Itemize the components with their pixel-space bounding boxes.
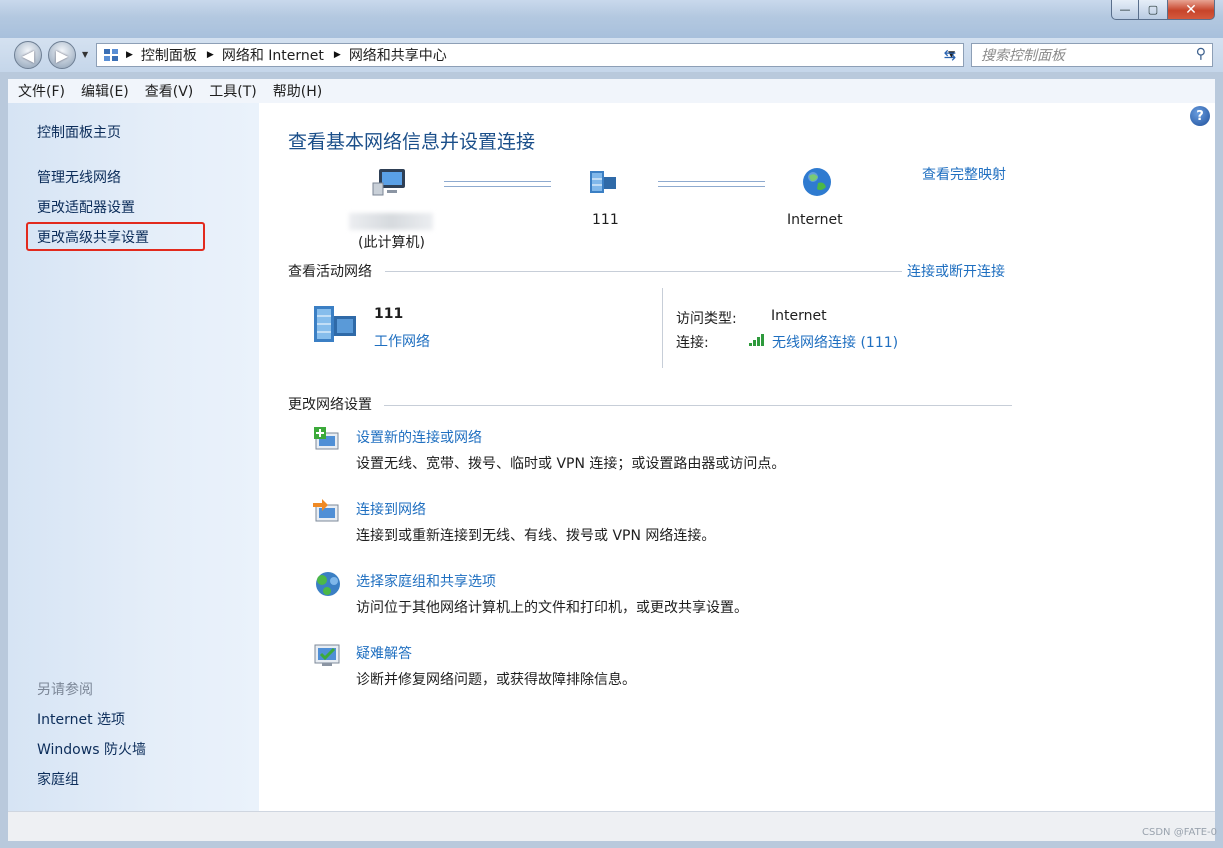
refresh-button[interactable]: ⇆	[936, 43, 964, 67]
maximize-button[interactable]: ▢	[1139, 0, 1167, 20]
control-panel-icon	[104, 49, 118, 61]
task-connect-network-desc: 连接到或重新连接到无线、有线、拨号或 VPN 网络连接。	[356, 528, 716, 544]
breadcrumb-separator-icon: ▶	[126, 50, 133, 60]
breadcrumb-separator-icon: ▶	[333, 50, 341, 60]
connect-disconnect-link[interactable]: 连接或断开连接	[907, 261, 1005, 281]
this-computer-label: (此计算机)	[358, 235, 425, 251]
sidebar-item-adapter-settings[interactable]: 更改适配器设置	[37, 197, 135, 217]
change-settings-title: 更改网络设置	[288, 397, 372, 413]
computer-icon	[372, 169, 405, 196]
menu-view[interactable]: 查看(V)	[145, 81, 194, 101]
menu-tools[interactable]: 工具(T)	[209, 81, 256, 101]
internet-globe-icon	[803, 168, 831, 196]
task-connect-network-link[interactable]: 连接到网络	[356, 499, 426, 519]
access-type-value: Internet	[771, 308, 827, 324]
task-troubleshoot-desc: 诊断并修复网络问题，或获得故障排除信息。	[356, 672, 636, 688]
close-button[interactable]: ✕	[1167, 0, 1215, 20]
title-bar	[0, 0, 1223, 38]
refresh-icon: ⇆	[943, 46, 957, 64]
address-bar[interactable]: ▶ 控制面板 ▶ 网络和 Internet ▶ 网络和共享中心 ▼	[96, 43, 964, 67]
recent-pages-dropdown[interactable]: ▼	[82, 50, 88, 59]
task-homegroup-desc: 访问位于其他网络计算机上的文件和打印机，或更改共享设置。	[356, 600, 748, 616]
wifi-signal-icon	[749, 334, 764, 346]
network-label: 111	[592, 212, 619, 228]
task-troubleshoot-link[interactable]: 疑难解答	[356, 643, 412, 663]
new-connection-icon	[314, 427, 339, 450]
see-also-windows-firewall[interactable]: Windows 防火墙	[37, 739, 146, 759]
back-button[interactable]: ◀	[14, 41, 42, 69]
network-type-link[interactable]: 工作网络	[374, 331, 430, 351]
watermark: CSDN @FATE-0	[1142, 827, 1217, 838]
see-also-homegroup[interactable]: 家庭组	[37, 769, 79, 789]
menu-bar: 文件(F) 编辑(E) 查看(V) 工具(T) 帮助(H)	[8, 79, 1215, 104]
forward-arrow-icon: ▶	[55, 45, 69, 65]
breadcrumb-network-internet[interactable]: 网络和 Internet	[222, 45, 324, 65]
breadcrumb-network-sharing-center[interactable]: 网络和共享中心	[349, 45, 447, 65]
see-also-internet-options[interactable]: Internet 选项	[37, 709, 125, 729]
minimize-button[interactable]: —	[1111, 0, 1139, 20]
active-networks-title: 查看活动网络	[288, 264, 372, 280]
breadcrumb-control-panel[interactable]: 控制面板	[141, 45, 197, 65]
vertical-divider	[662, 288, 663, 368]
search-input[interactable]: 搜索控制面板 ⚲	[971, 43, 1213, 67]
wireless-connection-link[interactable]: 无线网络连接 (111)	[772, 332, 898, 352]
search-placeholder: 搜索控制面板	[981, 48, 1065, 64]
active-network-name: 111	[374, 306, 404, 322]
sidebar-home-link[interactable]: 控制面板主页	[37, 122, 121, 142]
breadcrumb-separator-icon: ▶	[206, 50, 214, 60]
network-icon	[590, 171, 616, 193]
back-arrow-icon: ◀	[21, 45, 35, 65]
blurred-computer-name	[349, 213, 433, 230]
task-new-connection-link[interactable]: 设置新的连接或网络	[356, 427, 482, 447]
sidebar-item-manage-wireless[interactable]: 管理无线网络	[37, 167, 121, 187]
highlight-box	[26, 222, 205, 251]
section-divider	[385, 271, 902, 272]
section-divider	[384, 405, 1012, 406]
menu-edit[interactable]: 编辑(E)	[81, 81, 129, 101]
task-new-connection-desc: 设置无线、宽带、拨号、临时或 VPN 连接；或设置路由器或访问点。	[356, 456, 786, 472]
connect-network-icon	[313, 499, 339, 522]
view-full-map-link[interactable]: 查看完整映射	[922, 164, 1006, 184]
menu-file[interactable]: 文件(F)	[18, 81, 65, 101]
help-icon[interactable]: ?	[1190, 106, 1210, 126]
map-connection-line	[444, 181, 551, 187]
work-network-icon	[314, 306, 356, 342]
page-title: 查看基本网络信息并设置连接	[288, 131, 536, 153]
search-icon[interactable]: ⚲	[1196, 46, 1206, 62]
internet-label: Internet	[787, 212, 843, 228]
map-connection-line	[658, 181, 765, 187]
troubleshoot-icon	[314, 644, 340, 666]
forward-button[interactable]: ▶	[48, 41, 76, 69]
menu-help[interactable]: 帮助(H)	[273, 81, 322, 101]
window-controls: — ▢ ✕	[1111, 0, 1215, 22]
task-homegroup-link[interactable]: 选择家庭组和共享选项	[356, 571, 496, 591]
homegroup-icon	[316, 572, 340, 596]
see-also-title: 另请参阅	[37, 682, 93, 698]
status-bar	[8, 811, 1215, 841]
connection-label: 连接:	[676, 335, 709, 351]
access-type-label: 访问类型:	[676, 311, 737, 327]
